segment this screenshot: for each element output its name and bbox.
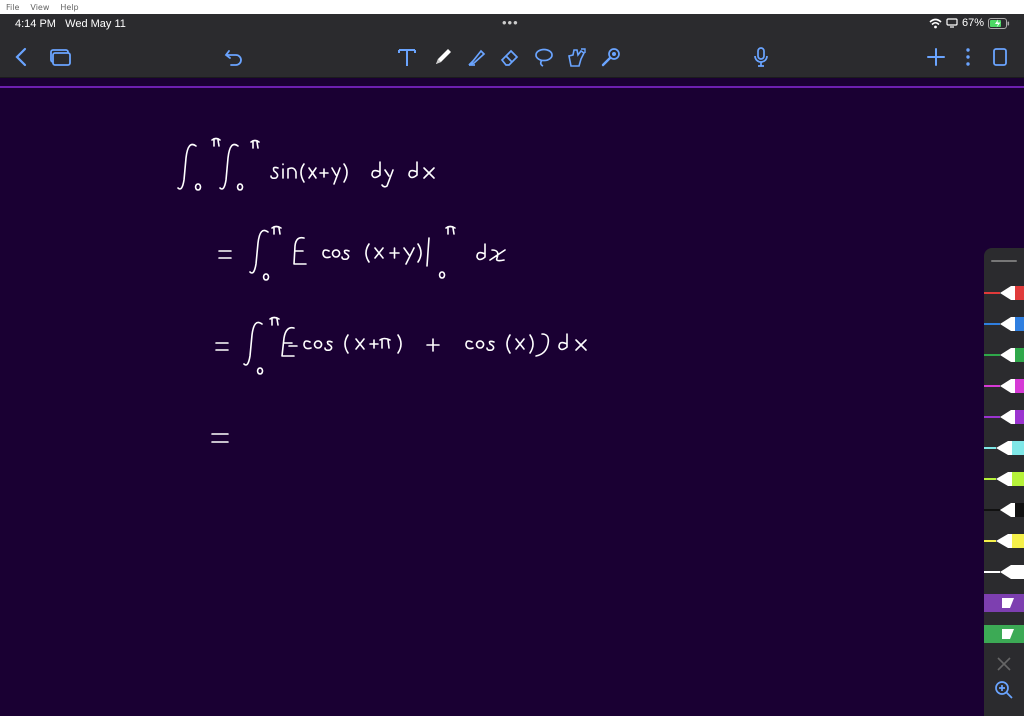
pen-palette [984, 248, 1024, 716]
pen-swatch-11[interactable] [984, 590, 1024, 616]
microphone-icon[interactable] [749, 45, 773, 69]
pen-swatch-7[interactable] [984, 466, 1024, 492]
line-4-equals [211, 433, 229, 443]
text-tool-icon[interactable] [395, 45, 419, 69]
laser-pointer-icon[interactable] [599, 45, 623, 69]
close-icon[interactable] [992, 652, 1016, 676]
menu-file[interactable]: File [6, 3, 19, 12]
pen-swatch-5[interactable] [984, 404, 1024, 430]
note-canvas[interactable] [0, 88, 1024, 716]
handwritten-math [177, 137, 587, 443]
line-3-substitution [215, 316, 587, 375]
time-text: 4:14 PM [15, 18, 56, 30]
lasso-icon[interactable] [532, 45, 556, 69]
status-time: 4:14 PM Wed May 11 [15, 18, 126, 30]
palette-grip-handle[interactable] [991, 260, 1017, 262]
line-1-double-integral [177, 137, 435, 191]
pen-swatch-12[interactable] [984, 621, 1024, 647]
page-view-icon[interactable] [988, 45, 1012, 69]
menu-view[interactable]: View [30, 3, 49, 12]
status-bar: 4:14 PM Wed May 11 ••• 67% [0, 14, 1024, 36]
wifi-icon [929, 18, 942, 28]
pen-swatch-10[interactable] [984, 559, 1024, 585]
zoom-icon[interactable] [992, 678, 1016, 702]
undo-icon[interactable] [222, 45, 246, 69]
pen-tool-icon[interactable] [431, 45, 455, 69]
plus-icon[interactable] [924, 45, 948, 69]
more-icon[interactable] [956, 45, 980, 69]
date-text: Wed May 11 [65, 18, 126, 30]
pen-swatch-2[interactable] [984, 311, 1024, 337]
screen-mirror-icon [946, 18, 958, 28]
status-indicators: 67% [925, 17, 1010, 29]
shapes-icon[interactable] [565, 45, 589, 69]
toolbar [0, 36, 1024, 78]
eraser-icon[interactable] [498, 45, 522, 69]
pen-swatch-3[interactable] [984, 342, 1024, 368]
menu-help[interactable]: Help [60, 3, 78, 12]
pen-swatch-9[interactable] [984, 528, 1024, 554]
battery-charging-icon [988, 17, 1010, 29]
pen-swatch-6[interactable] [984, 435, 1024, 461]
battery-percent: 67% [961, 17, 984, 29]
pen-swatch-1[interactable] [984, 280, 1024, 306]
pen-swatch-4[interactable] [984, 373, 1024, 399]
pages-icon[interactable] [48, 45, 72, 69]
menu-bar: File View Help [0, 0, 1024, 14]
line-2-inner-evaluation [218, 225, 506, 281]
pen-swatch-8[interactable] [984, 497, 1024, 523]
highlighter-icon[interactable] [465, 45, 489, 69]
back-chevron-icon[interactable] [10, 45, 34, 69]
multitasking-dots-icon[interactable]: ••• [502, 15, 519, 30]
